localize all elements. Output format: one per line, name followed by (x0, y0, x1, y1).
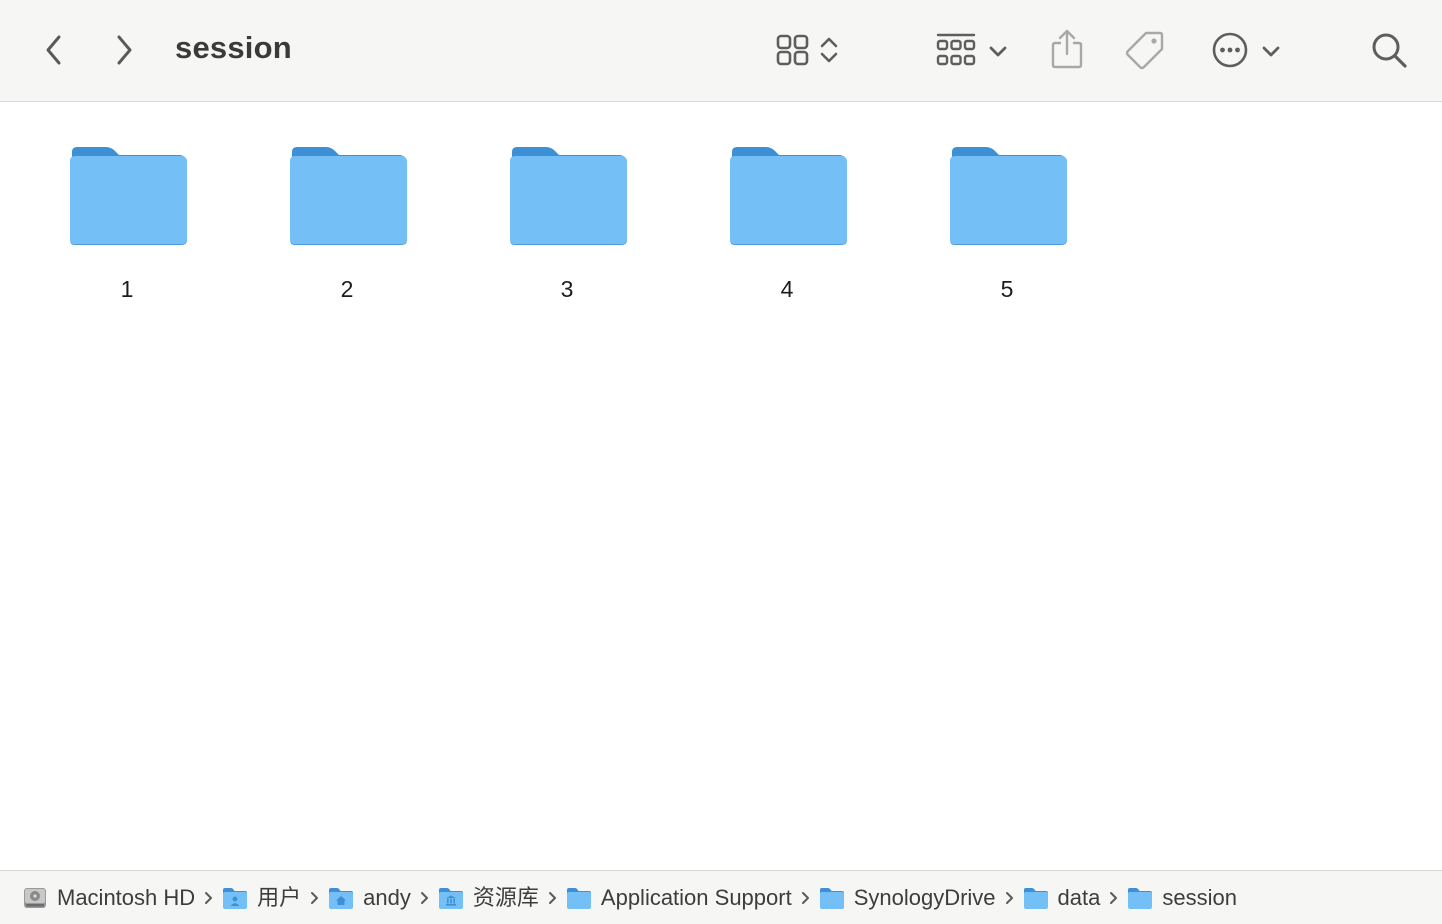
path-item-label: 用户 (257, 884, 302, 910)
ellipsis-circle-icon (1212, 32, 1248, 68)
folder-icon (566, 886, 592, 910)
folder-icon (819, 886, 845, 910)
hard-drive-icon (22, 886, 48, 910)
path-item-application-support[interactable]: Application Support (566, 883, 792, 913)
up-down-chevron-icon (820, 37, 838, 63)
path-item-andy[interactable]: andy (328, 883, 411, 913)
folder-icon (70, 147, 187, 245)
path-item-library[interactable]: 资源库 (438, 883, 539, 913)
finder-window: session 1 2 3 4 5 Macintosh HD 用户 andy 资… (0, 0, 1442, 924)
folder-icon (950, 147, 1067, 245)
home-folder-icon (328, 886, 354, 910)
share-icon (1051, 29, 1083, 69)
chevron-down-icon (989, 46, 1007, 57)
folder-item[interactable]: 4 (698, 141, 918, 311)
folder-icon (510, 147, 627, 245)
path-item-label: session (1162, 884, 1237, 910)
folder-name[interactable]: 3 (478, 275, 656, 303)
more-actions-button[interactable] (1208, 28, 1284, 72)
path-item-macintosh-hd[interactable]: Macintosh HD (22, 883, 195, 913)
folder-name[interactable]: 1 (38, 275, 216, 303)
share-button[interactable] (1046, 26, 1088, 72)
view-mode-button[interactable] (770, 30, 846, 70)
file-browser-area[interactable]: 1 2 3 4 5 (0, 103, 1442, 870)
tag-button[interactable] (1122, 28, 1168, 72)
path-item-session[interactable]: session (1127, 883, 1237, 913)
folder-item[interactable]: 2 (258, 141, 478, 311)
chevron-right-icon (1005, 891, 1014, 905)
icon-view-grid-icon (776, 34, 809, 66)
folder-icon (730, 147, 847, 245)
folder-item[interactable]: 5 (918, 141, 1138, 311)
path-item-label: Application Support (600, 884, 792, 910)
path-item-label: Macintosh HD (57, 884, 196, 910)
chevron-right-icon (420, 891, 429, 905)
window-title: session (175, 30, 292, 65)
search-icon (1372, 33, 1407, 68)
path-item-users[interactable]: 用户 (222, 883, 301, 913)
path-item-label: 资源库 (472, 884, 539, 910)
folder-grid: 1 2 3 4 5 (38, 141, 1138, 311)
path-item-label: andy (363, 884, 411, 910)
group-button[interactable] (934, 30, 1010, 70)
chevron-right-icon (117, 35, 132, 65)
path-item-label: data (1057, 884, 1101, 910)
group-by-icon (936, 33, 976, 66)
users-folder-icon (222, 886, 248, 910)
path-item-synologydrive[interactable]: SynologyDrive (819, 883, 996, 913)
search-button[interactable] (1366, 28, 1412, 72)
folder-icon (290, 147, 407, 245)
chevron-right-icon (548, 891, 557, 905)
chevron-right-icon (310, 891, 319, 905)
tag-icon (1125, 31, 1164, 70)
path-item-label: SynologyDrive (853, 884, 996, 910)
library-folder-icon (438, 886, 464, 910)
folder-name[interactable]: 4 (698, 275, 876, 303)
forward-button[interactable] (106, 30, 142, 70)
back-button[interactable] (36, 30, 72, 70)
folder-item[interactable]: 1 (38, 141, 258, 311)
chevron-right-icon (801, 891, 810, 905)
folder-icon (1023, 886, 1049, 910)
folder-name[interactable]: 5 (918, 275, 1096, 303)
path-item-data[interactable]: data (1023, 883, 1101, 913)
chevron-right-icon (1109, 891, 1118, 905)
folder-name[interactable]: 2 (258, 275, 436, 303)
chevron-left-icon (46, 35, 61, 65)
path-bar: Macintosh HD 用户 andy 资源库 Application Sup… (0, 870, 1442, 924)
folder-item[interactable]: 3 (478, 141, 698, 311)
chevron-down-icon (1262, 46, 1280, 57)
toolbar: session (0, 0, 1442, 102)
chevron-right-icon (204, 891, 213, 905)
folder-icon (1127, 886, 1153, 910)
